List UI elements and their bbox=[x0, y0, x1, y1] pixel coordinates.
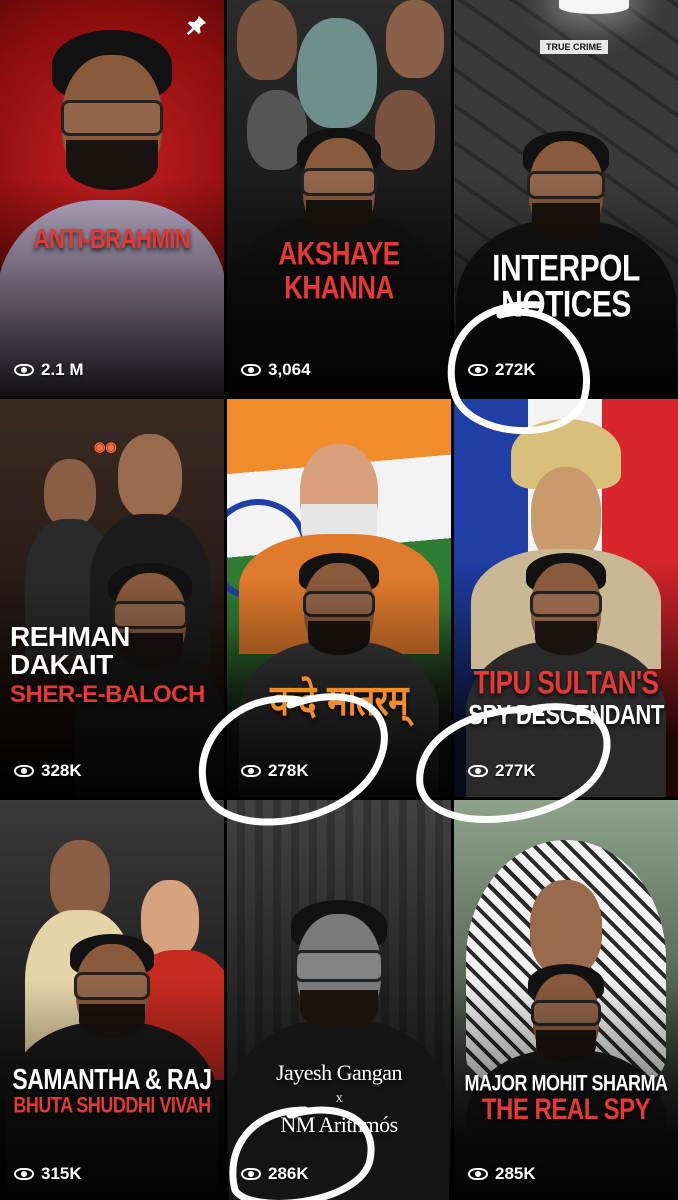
view-count: 277K bbox=[468, 761, 536, 781]
tile-title-line2: SPY DESCENDANT bbox=[468, 698, 664, 730]
eye-icon bbox=[14, 364, 34, 376]
view-count: 328K bbox=[14, 761, 82, 781]
tile-title-line3: SHER-E-BALOCH bbox=[10, 681, 205, 708]
tile-title-line1: AKSHAYE bbox=[278, 234, 400, 272]
view-count-text: 272K bbox=[495, 360, 536, 379]
tile-title-line2: BHUTA SHUDDHI VIVAH bbox=[13, 1092, 211, 1118]
tile-title-line1: SAMANTHA & RAJ bbox=[12, 1062, 212, 1096]
reel-tile-samantha-raj[interactable]: SAMANTHA & RAJ BHUTA SHUDDHI VIVAH 315K bbox=[0, 800, 224, 1200]
tile-title-line2: KHANNA bbox=[284, 268, 394, 306]
reel-tile-tipu-sultan[interactable]: TIPU SULTAN'S SPY DESCENDANT 277K bbox=[454, 399, 678, 797]
true-crime-badge: TRUE CRIME bbox=[540, 40, 608, 54]
tile-title-line2: THE REAL SPY bbox=[481, 1092, 651, 1127]
reel-tile-vande-mataram[interactable]: वन्दे मातरम् 278K bbox=[227, 399, 451, 797]
reel-tile-major-mohit-sharma[interactable]: MAJOR MOHIT SHARMA THE REAL SPY 285K bbox=[454, 800, 678, 1200]
view-count: 315K bbox=[14, 1164, 82, 1184]
eye-icon bbox=[468, 364, 488, 376]
tile-title-line1: INTERPOL bbox=[492, 247, 640, 289]
presenter-figure bbox=[227, 900, 451, 1200]
view-count: 278K bbox=[241, 761, 309, 781]
view-count-text: 2.1 M bbox=[41, 360, 84, 379]
eye-icon bbox=[241, 765, 261, 777]
tile-title: ANTI-BRAHMIN bbox=[33, 222, 191, 254]
view-count: 2.1 M bbox=[14, 360, 84, 380]
reel-tile-rehman-dakait[interactable]: ◉◉ REHMAN DAKAIT SHER-E-BALOCH 328K bbox=[0, 399, 224, 797]
eye-icon bbox=[241, 1168, 261, 1180]
tile-title-line2: NOTICES bbox=[501, 283, 631, 325]
reel-tile-anti-brahmin[interactable]: ANTI-BRAHMIN 2.1 M bbox=[0, 0, 224, 396]
view-count-text: 285K bbox=[495, 1164, 536, 1183]
neon-sign: ◉◉ bbox=[94, 439, 117, 454]
reel-tile-akshaye-khanna[interactable]: AKSHAYE KHANNA 3,064 bbox=[227, 0, 451, 396]
view-count-text: 3,064 bbox=[268, 360, 311, 379]
reel-tile-jayesh-gangan[interactable]: Jayesh Gangan x NM Arithmós 286K bbox=[227, 800, 451, 1200]
eye-icon bbox=[14, 765, 34, 777]
view-count: 286K bbox=[241, 1164, 309, 1184]
tile-title-line1: MAJOR MOHIT SHARMA bbox=[464, 1070, 669, 1096]
eye-icon bbox=[468, 765, 488, 777]
eye-icon bbox=[14, 1168, 34, 1180]
tile-title-line1: TIPU SULTAN'S bbox=[473, 663, 659, 701]
view-count: 272K bbox=[468, 360, 536, 380]
tile-title-line1: REHMAN bbox=[10, 621, 130, 652]
eye-icon bbox=[241, 364, 261, 376]
tile-title-line2: DAKAIT bbox=[10, 649, 113, 680]
view-count-text: 286K bbox=[268, 1164, 309, 1183]
tile-title-line3: NM Arithmós bbox=[280, 1112, 398, 1137]
view-count: 3,064 bbox=[241, 360, 311, 380]
view-count-text: 315K bbox=[41, 1164, 82, 1183]
view-count: 285K bbox=[468, 1164, 536, 1184]
reel-tile-interpol-notices[interactable]: TRUE CRIME INTERPOL NOTICES 272K bbox=[454, 0, 678, 396]
eye-icon bbox=[468, 1168, 488, 1180]
view-count-text: 278K bbox=[268, 761, 309, 780]
tile-title-line1: Jayesh Gangan bbox=[275, 1060, 403, 1085]
tile-title: REHMAN DAKAIT SHER-E-BALOCH bbox=[10, 623, 205, 707]
tile-title: वन्दे मातरम् bbox=[269, 676, 409, 726]
lamp bbox=[559, 0, 629, 14]
view-count-text: 277K bbox=[495, 761, 536, 780]
pin-icon bbox=[186, 15, 207, 36]
view-count-text: 328K bbox=[41, 761, 82, 780]
reels-grid: ANTI-BRAHMIN 2.1 M AKSHAYE KHANNA 3,064 bbox=[0, 0, 678, 1200]
tile-title-line2: x bbox=[335, 1091, 343, 1106]
